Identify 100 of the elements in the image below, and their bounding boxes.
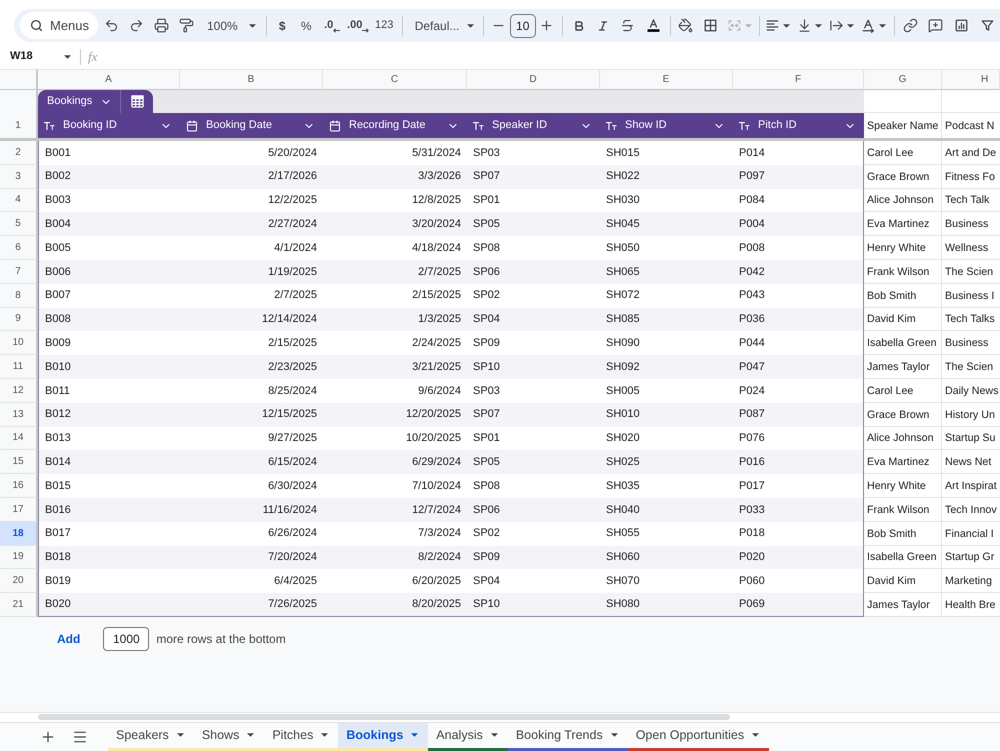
row-header[interactable]: 12 — [0, 378, 38, 403]
name-box[interactable]: W18 — [10, 48, 64, 65]
text-type-icon — [606, 122, 617, 130]
font-size-field[interactable]: 10 — [510, 14, 536, 38]
row-header[interactable]: 7 — [0, 260, 38, 284]
row-header[interactable]: 13 — [0, 402, 38, 427]
caret-icon[interactable] — [321, 733, 328, 738]
table-cell: SP07 — [467, 402, 600, 427]
column-letter-header[interactable]: D — [467, 70, 600, 89]
strikethrough-icon[interactable] — [620, 18, 636, 33]
table-name-tab[interactable]: Bookings — [38, 90, 122, 113]
row-header[interactable]: 16 — [0, 474, 38, 498]
number-format-button[interactable]: 123 — [370, 12, 398, 38]
align-bottom-icon[interactable] — [797, 18, 812, 33]
table-cell: B013 — [38, 426, 180, 450]
row-count-field[interactable]: 1000 — [103, 626, 150, 651]
sheet-cell: Henry White — [864, 236, 942, 260]
paint-bucket-icon[interactable] — [678, 18, 693, 33]
sheet-cell: Tech Talks — [942, 308, 1000, 332]
zoom-dropdown[interactable]: 100% — [199, 12, 262, 38]
filter-icon[interactable] — [980, 18, 996, 33]
sheet-cell: Bob Smith — [864, 522, 942, 546]
table-cell: P084 — [733, 188, 864, 212]
link-icon[interactable] — [903, 18, 918, 33]
caret-icon[interactable] — [610, 733, 618, 738]
increase-decimals-button[interactable]: .00 — [346, 12, 371, 38]
caret-icon[interactable] — [815, 24, 822, 28]
table-cell: P069 — [733, 593, 864, 617]
row-header[interactable]: 5 — [0, 212, 38, 236]
currency-button[interactable]: $ — [270, 12, 294, 38]
search-field[interactable]: Menus — [20, 12, 98, 39]
italic-icon[interactable] — [596, 20, 609, 32]
sheet-tab[interactable]: Speakers — [108, 722, 194, 751]
add-rows-button[interactable]: Add — [48, 626, 90, 651]
paint-roller-icon[interactable] — [179, 18, 194, 33]
row-header[interactable]: 20 — [0, 569, 38, 594]
scrollbar-thumb[interactable] — [38, 714, 730, 720]
row-header[interactable]: 4 — [0, 188, 38, 212]
print-icon[interactable] — [154, 18, 169, 33]
column-letter-header[interactable]: G — [864, 70, 942, 89]
caret-icon[interactable] — [247, 733, 254, 738]
caret-icon[interactable] — [176, 733, 184, 738]
chart-icon[interactable] — [954, 18, 970, 33]
caret-icon[interactable] — [847, 24, 854, 28]
column-letter-header[interactable]: F — [733, 70, 864, 89]
text-color-icon[interactable] — [646, 18, 662, 33]
sheet-tab[interactable]: Open Opportunities — [628, 722, 770, 751]
sheet-tab[interactable]: Bookings — [338, 722, 428, 751]
sheet-cell: James Taylor — [864, 355, 942, 379]
undo-icon[interactable] — [104, 18, 119, 33]
caret-icon[interactable] — [64, 54, 71, 58]
row-header[interactable]: 14 — [0, 426, 38, 450]
text-wrap-icon[interactable] — [829, 18, 844, 33]
sheet-tab[interactable]: Analysis — [428, 722, 508, 751]
table-options-button[interactable] — [121, 90, 154, 113]
column-letter-header[interactable]: B — [180, 70, 323, 89]
caret-icon[interactable] — [248, 24, 256, 28]
row-header[interactable]: 9 — [0, 308, 38, 332]
decrease-decimals-button[interactable]: .0 — [318, 12, 346, 38]
sheet-tab[interactable]: Booking Trends — [508, 722, 628, 751]
caret-icon[interactable] — [783, 24, 790, 28]
column-title: Booking Date — [206, 118, 274, 134]
table-cell: 12/7/2024 — [323, 498, 467, 522]
row-header[interactable]: 18 — [0, 522, 38, 546]
caret-icon[interactable] — [752, 733, 760, 738]
table-cell: SP05 — [467, 212, 600, 236]
redo-icon[interactable] — [129, 18, 144, 33]
row-header[interactable]: 21 — [0, 593, 38, 617]
row-header[interactable]: 8 — [0, 284, 38, 308]
caret-icon[interactable] — [879, 24, 886, 28]
table-cell: P016 — [733, 450, 864, 474]
row-header[interactable]: 19 — [0, 546, 38, 570]
menu-icon[interactable] — [72, 728, 88, 745]
sheet-cell: Startup Gr — [942, 546, 1000, 570]
caret-icon[interactable] — [466, 24, 474, 28]
text-rotation-icon[interactable] — [861, 18, 876, 33]
column-letter-header[interactable]: C — [323, 70, 467, 89]
column-letter-header[interactable]: E — [600, 70, 733, 89]
percent-button[interactable]: % — [294, 12, 319, 38]
row-header[interactable]: 3 — [0, 164, 38, 189]
caret-icon[interactable] — [490, 733, 498, 738]
row-header[interactable]: 2 — [0, 141, 38, 165]
font-dropdown[interactable]: Defaul... — [406, 12, 479, 38]
row-header[interactable]: 17 — [0, 498, 38, 522]
bold-icon[interactable] — [572, 20, 585, 32]
row-header[interactable]: 6 — [0, 236, 38, 260]
row-header[interactable]: 10 — [0, 331, 38, 356]
plus-icon[interactable] — [539, 18, 554, 33]
align-left-icon[interactable] — [765, 18, 780, 33]
column-letter-header[interactable]: H — [942, 70, 1000, 89]
borders-icon[interactable] — [703, 18, 718, 33]
text-type-icon — [739, 122, 750, 130]
add-comment-icon[interactable] — [928, 18, 944, 33]
sheet-tab[interactable]: Pitches — [264, 722, 338, 751]
row-header[interactable]: 1 — [0, 113, 38, 138]
caret-icon[interactable] — [411, 733, 418, 738]
row-header[interactable]: 11 — [0, 355, 38, 379]
column-letter-header[interactable]: A — [38, 70, 180, 89]
row-header[interactable]: 15 — [0, 450, 38, 474]
sheet-tab[interactable]: Shows — [194, 722, 264, 751]
